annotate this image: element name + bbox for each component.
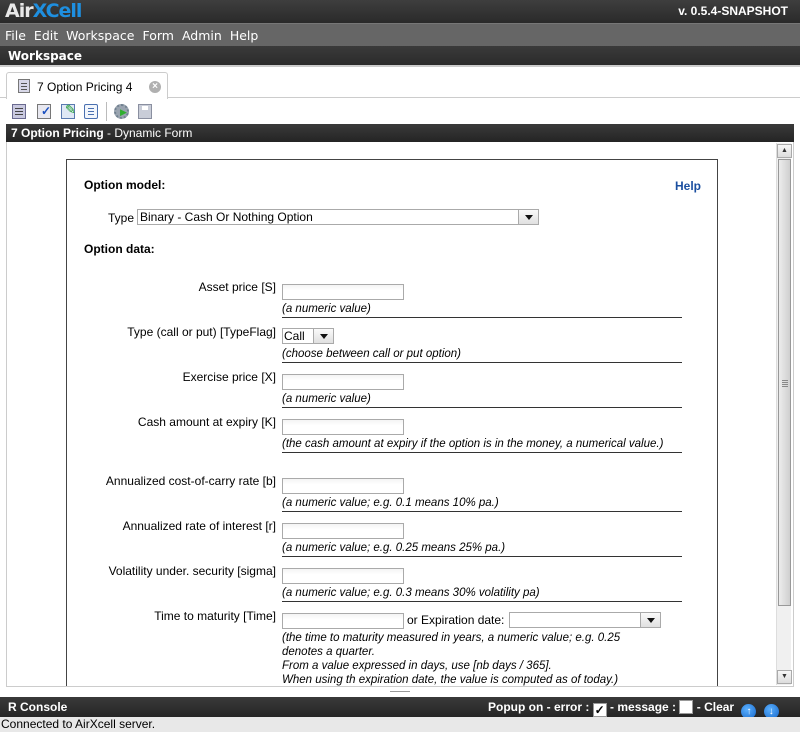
field-label: Asset price [S] bbox=[198, 280, 276, 294]
option-type-select[interactable]: Binary - Cash Or Nothing Option bbox=[137, 209, 539, 225]
form-title: 7 Option Pricing bbox=[11, 126, 104, 140]
close-tab-icon[interactable]: × bbox=[149, 81, 161, 93]
chevron-down-icon[interactable] bbox=[518, 210, 538, 224]
field-label: Time to maturity [Time] bbox=[154, 609, 276, 623]
field-hint: (a numeric value; e.g. 0.3 means 30% vol… bbox=[282, 586, 682, 602]
menu-file[interactable]: File bbox=[2, 24, 29, 43]
tab-strip: 7 Option Pricing 4 × bbox=[0, 68, 800, 99]
status-bar: Connected to AirXcell server. bbox=[0, 717, 800, 732]
clear-button[interactable]: - Clear bbox=[697, 700, 734, 714]
message-popup-checkbox[interactable] bbox=[679, 700, 694, 714]
toolbar-separator bbox=[106, 102, 107, 121]
validate-icon[interactable] bbox=[37, 104, 51, 119]
tab-label: 7 Option Pricing 4 bbox=[37, 80, 133, 94]
exercise-price-input[interactable] bbox=[282, 374, 404, 390]
logo-xcell: XCell bbox=[32, 0, 83, 22]
field-label: Exercise price [X] bbox=[182, 370, 276, 384]
option-data-heading: Option data: bbox=[84, 242, 155, 256]
field-label: Annualized rate of interest [r] bbox=[122, 519, 276, 533]
field-hint: (the time to maturity measured in years,… bbox=[282, 631, 682, 686]
tab-option-pricing[interactable]: 7 Option Pricing 4 × bbox=[6, 72, 168, 99]
interest-rate-input[interactable] bbox=[282, 523, 404, 539]
option-form: Option model: Help Type Binary - Cash Or… bbox=[66, 159, 718, 686]
field-hint: (a numeric value) bbox=[282, 302, 682, 318]
run-icon[interactable] bbox=[114, 104, 129, 119]
form-toolbar bbox=[6, 99, 794, 124]
scroll-up-button[interactable]: ▲ bbox=[777, 144, 792, 158]
field-hint: (a numeric value; e.g. 0.1 means 10% pa.… bbox=[282, 496, 682, 512]
logo-air: Air bbox=[5, 0, 34, 22]
edit-icon[interactable] bbox=[61, 102, 76, 119]
volatility-input[interactable] bbox=[282, 568, 404, 584]
version-label: v. 0.5.4-SNAPSHOT bbox=[678, 4, 788, 18]
type-flag-value: Call bbox=[284, 329, 305, 343]
splitter-handle[interactable] bbox=[390, 691, 410, 692]
status-text: Connected to AirXcell server. bbox=[1, 717, 156, 731]
menu-form[interactable]: Form bbox=[139, 24, 177, 43]
cost-of-carry-input[interactable] bbox=[282, 478, 404, 494]
field-label: Volatility under. security [sigma] bbox=[108, 564, 276, 578]
form-scroll-area: Option model: Help Type Binary - Cash Or… bbox=[6, 142, 794, 687]
hint-line: From a value expressed in days, use [nb … bbox=[282, 660, 552, 672]
hint-line: (the time to maturity measured in years,… bbox=[282, 632, 621, 644]
form-subtitle: - Dynamic Form bbox=[103, 126, 193, 140]
popup-error-label: Popup on - error : bbox=[488, 700, 590, 714]
form-document-icon bbox=[18, 79, 30, 93]
option-model-heading: Option model: bbox=[84, 178, 166, 192]
menu-workspace[interactable]: Workspace bbox=[63, 24, 137, 43]
title-bar: AirXCell v. 0.5.4-SNAPSHOT bbox=[0, 0, 800, 23]
scroll-thumb[interactable] bbox=[778, 159, 791, 606]
option-type-value: Binary - Cash Or Nothing Option bbox=[140, 210, 313, 224]
cash-amount-input[interactable] bbox=[282, 419, 404, 435]
workspace-header: Workspace bbox=[0, 46, 800, 67]
menu-bar: File Edit Workspace Form Admin Help bbox=[0, 23, 800, 46]
message-label: - message : bbox=[610, 700, 677, 714]
form-icon[interactable] bbox=[12, 104, 26, 119]
vertical-scrollbar[interactable]: ▲ ▼ bbox=[776, 143, 792, 685]
type-label: Type bbox=[108, 211, 135, 225]
hint-line: When using th expiration date, the value… bbox=[282, 674, 619, 686]
field-hint: (the cash amount at expiry if the option… bbox=[282, 437, 682, 453]
console-title: R Console bbox=[8, 700, 68, 714]
chevron-down-icon[interactable] bbox=[640, 613, 660, 627]
error-popup-checkbox[interactable]: ✓ bbox=[592, 703, 607, 717]
scroll-down-button[interactable]: ▼ bbox=[777, 670, 792, 684]
details-icon[interactable] bbox=[84, 104, 98, 119]
hint-line: denotes a quarter. bbox=[282, 646, 375, 658]
field-hint: (a numeric value) bbox=[282, 392, 682, 408]
field-label: Annualized cost-of-carry rate [b] bbox=[105, 474, 276, 488]
field-label: Type (call or put) [TypeFlag] bbox=[127, 325, 276, 339]
save-icon[interactable] bbox=[138, 104, 152, 119]
type-flag-select[interactable]: Call bbox=[282, 328, 334, 344]
time-to-maturity-input[interactable] bbox=[282, 613, 404, 629]
asset-price-input[interactable] bbox=[282, 284, 404, 300]
workspace-title: Workspace bbox=[8, 49, 83, 63]
menu-help[interactable]: Help bbox=[227, 24, 262, 43]
chevron-down-icon[interactable] bbox=[313, 329, 333, 343]
field-hint: (a numeric value; e.g. 0.25 means 25% pa… bbox=[282, 541, 682, 557]
field-hint: (choose between call or put option) bbox=[282, 347, 682, 363]
help-link[interactable]: Help bbox=[675, 179, 701, 193]
menu-admin[interactable]: Admin bbox=[179, 24, 225, 43]
expiration-date-select[interactable] bbox=[509, 612, 661, 628]
field-label: Cash amount at expiry [K] bbox=[137, 415, 276, 429]
menu-edit[interactable]: Edit bbox=[31, 24, 61, 43]
app-logo: AirXCell bbox=[5, 0, 83, 22]
expiration-date-label: or Expiration date: bbox=[407, 613, 505, 627]
console-bar: R Console Popup on - error : ✓ - message… bbox=[0, 697, 800, 719]
form-title-bar: 7 Option Pricing - Dynamic Form bbox=[6, 124, 794, 142]
